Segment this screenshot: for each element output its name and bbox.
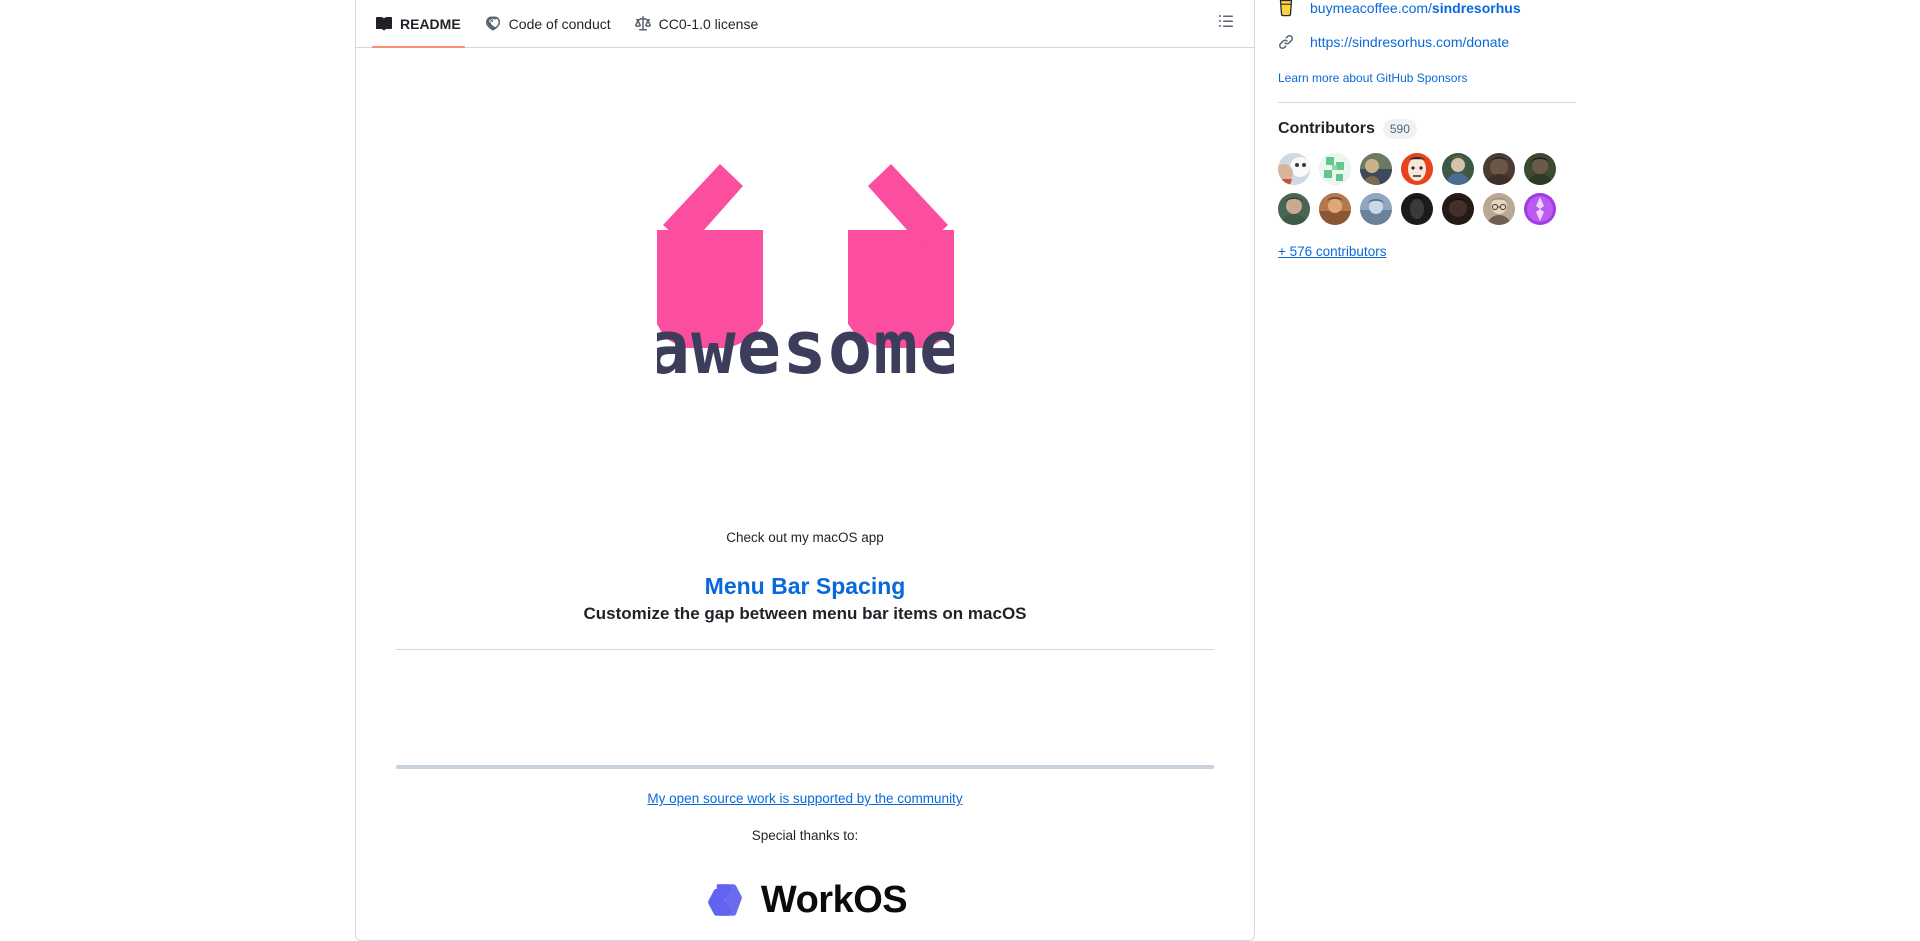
more-contributors-link[interactable]: + 576 contributors: [1278, 244, 1588, 259]
avatar[interactable]: [1524, 153, 1556, 185]
tab-readme[interactable]: README: [364, 0, 473, 48]
tab-license-label: CC0-1.0 license: [658, 15, 759, 32]
learn-more-sponsors-link[interactable]: Learn more about GitHub Sponsors: [1278, 71, 1588, 85]
avatar[interactable]: [1278, 153, 1310, 185]
avatar[interactable]: [1483, 193, 1515, 225]
list-unordered-icon: [1218, 13, 1234, 34]
sponsor-workos-logo[interactable]: WorkOS: [396, 878, 1214, 922]
avatar[interactable]: [1483, 153, 1515, 185]
avatar[interactable]: [1524, 193, 1556, 225]
avatar[interactable]: [1360, 153, 1392, 185]
macos-app-promo: Check out my macOS app Menu Bar Spacing …: [396, 528, 1214, 625]
tab-license[interactable]: CC0-1.0 license: [623, 0, 771, 47]
promo-kicker: Check out my macOS app: [726, 530, 884, 545]
link-icon: [1278, 34, 1294, 50]
support-link[interactable]: My open source work is supported by the …: [647, 791, 962, 806]
contributors-header: Contributors 590: [1278, 119, 1588, 139]
readme-content: awesome Check out my macOS app Menu Bar …: [356, 48, 1254, 941]
avatar[interactable]: [1401, 193, 1433, 225]
funding-link-coffee[interactable]: buymeacoffee.com/sindresorhus: [1310, 0, 1521, 16]
awesome-logo-graphic: awesome: [656, 164, 954, 378]
avatar[interactable]: [1360, 193, 1392, 225]
avatar[interactable]: [1319, 153, 1351, 185]
readme-divider-thick: [396, 765, 1214, 770]
outline-toggle-button[interactable]: [1210, 8, 1242, 40]
contributors-count-badge: 590: [1382, 119, 1417, 139]
readme-divider-thin: [396, 649, 1214, 651]
readme-panel: README Code of conduct CC0-1.0 license a…: [355, 0, 1255, 941]
avatar[interactable]: [1442, 153, 1474, 185]
sponsor-name: WorkOS: [760, 878, 908, 921]
funding-link-coffee-row: buymeacoffee.com/sindresorhus: [1278, 0, 1588, 22]
promo-subtitle: Customize the gap between menu bar items…: [583, 604, 1027, 623]
support-section: My open source work is supported by the …: [396, 790, 1214, 808]
awesome-logo: awesome: [396, 158, 1214, 378]
repository-readme-page: README Code of conduct CC0-1.0 license a…: [0, 0, 1920, 941]
code-of-conduct-icon: [485, 15, 501, 32]
funding-coffee-user: sindresorhus: [1431, 0, 1521, 16]
avatar[interactable]: [1442, 193, 1474, 225]
funding-coffee-prefix: buymeacoffee.com/: [1310, 0, 1432, 16]
contributors-title[interactable]: Contributors: [1278, 120, 1375, 138]
workos-mark-icon: [708, 884, 742, 916]
sidebar-divider: [1278, 102, 1576, 103]
beverage-icon: [1278, 0, 1294, 17]
readme-tabbar: README Code of conduct CC0-1.0 license: [356, 0, 1254, 48]
special-thanks-label: Special thanks to:: [751, 828, 859, 844]
book-icon: [376, 16, 392, 32]
avatar[interactable]: [1401, 153, 1433, 185]
svg-text:awesome: awesome: [657, 305, 954, 378]
funding-link-donate-row: https://sindresorhus.com/donate: [1278, 28, 1588, 56]
promo-title-link[interactable]: Menu Bar Spacing: [396, 572, 1214, 601]
tab-code-of-conduct[interactable]: Code of conduct: [473, 0, 623, 47]
contributors-avatar-grid: [1278, 153, 1588, 225]
tab-readme-label: README: [400, 15, 461, 32]
law-icon: [634, 15, 651, 32]
repo-sidebar: buymeacoffee.com/sindresorhus https://si…: [1278, 0, 1588, 259]
funding-link-donate[interactable]: https://sindresorhus.com/donate: [1310, 34, 1509, 50]
avatar[interactable]: [1319, 193, 1351, 225]
avatar[interactable]: [1278, 193, 1310, 225]
tab-code-of-conduct-label: Code of conduct: [508, 15, 611, 32]
